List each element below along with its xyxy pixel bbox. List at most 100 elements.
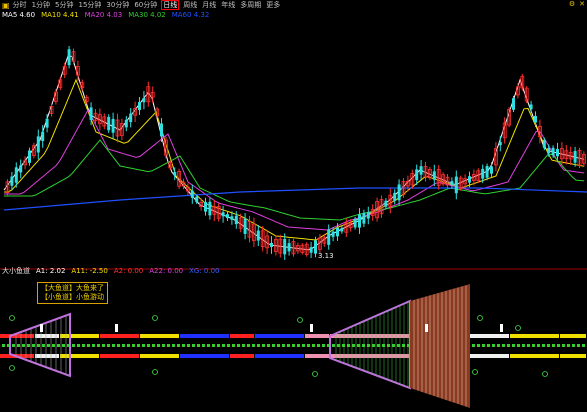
candle-body xyxy=(256,230,260,241)
mid-dot xyxy=(262,344,265,347)
period-tabs: 分时 1分钟 5分钟 15分钟 30分钟 60分钟 日线 周线 月线 年线 多周期 更多 xyxy=(12,0,285,10)
mid-dot xyxy=(547,344,550,347)
mid-dot xyxy=(392,344,395,347)
candle-body xyxy=(327,229,331,245)
candle-body xyxy=(450,181,454,185)
band-lower xyxy=(510,354,559,358)
candle-body xyxy=(529,104,533,110)
candle-body xyxy=(190,190,194,198)
ma-legend-item: MA20 4.03 xyxy=(84,11,123,19)
mid-dot xyxy=(32,344,35,347)
mid-dot xyxy=(382,344,385,347)
mid-dot xyxy=(2,344,5,347)
mid-dot xyxy=(537,344,540,347)
mid-dot xyxy=(497,344,500,347)
candle-body xyxy=(173,172,177,176)
period-tab[interactable]: 1分钟 xyxy=(31,0,51,10)
band-lower xyxy=(230,354,254,358)
signal-circle xyxy=(477,315,483,321)
indicator-legend-item: A22: 0.00 xyxy=(149,267,184,275)
mid-dot xyxy=(22,344,25,347)
mid-dot xyxy=(47,344,50,347)
mid-dot xyxy=(577,344,580,347)
candle-body xyxy=(309,247,313,253)
indicator-legend-item: A11: -2.50 xyxy=(71,267,108,275)
period-tab[interactable]: 多周期 xyxy=(239,0,262,10)
period-tab[interactable]: 分时 xyxy=(12,0,28,10)
close-icon[interactable]: ✕ xyxy=(579,0,585,8)
mid-dot xyxy=(192,344,195,347)
mid-dot xyxy=(87,344,90,347)
mid-dot xyxy=(347,344,350,347)
low-price-label: 3.13 xyxy=(318,252,334,260)
signal-circle xyxy=(472,369,478,375)
ma-legend-item: MA10 4.41 xyxy=(41,11,79,19)
mid-dot xyxy=(57,344,60,347)
mid-dot xyxy=(92,344,95,347)
candle-body xyxy=(19,165,23,173)
candle-body xyxy=(67,49,71,66)
mid-dot xyxy=(182,344,185,347)
candle-body xyxy=(129,113,133,122)
indicator-chart[interactable] xyxy=(0,276,587,412)
band-upper xyxy=(100,334,139,338)
period-tab[interactable]: 30分钟 xyxy=(105,0,130,10)
period-tab[interactable]: 60分钟 xyxy=(133,0,158,10)
candle-body xyxy=(468,176,471,183)
period-tab[interactable]: 月线 xyxy=(201,0,217,10)
mid-dot xyxy=(177,344,180,347)
band-upper xyxy=(560,334,586,338)
ma-line xyxy=(4,108,585,231)
signal-circle xyxy=(312,371,318,377)
candle-body xyxy=(89,107,93,120)
mid-dot xyxy=(197,344,200,347)
band-upper xyxy=(255,334,304,338)
settings-icon[interactable]: ⚙ xyxy=(569,0,575,8)
period-tab[interactable]: 5分钟 xyxy=(54,0,74,10)
band-lower xyxy=(180,354,229,358)
period-tab[interactable]: 更多 xyxy=(265,0,281,10)
menu-icon[interactable]: ▣ xyxy=(2,1,10,10)
candle-body xyxy=(542,139,546,148)
mid-dot xyxy=(107,344,110,347)
mid-dot xyxy=(157,344,160,347)
candle-body xyxy=(336,227,339,237)
ma-legend-item: MA30 4.02 xyxy=(128,11,166,19)
mid-dot xyxy=(552,344,555,347)
period-tab[interactable]: 日线 xyxy=(161,0,180,10)
signal-circle xyxy=(9,315,15,321)
mid-dot xyxy=(527,344,530,347)
mid-dot xyxy=(167,344,170,347)
mid-dot xyxy=(252,344,255,347)
mid-dot xyxy=(217,344,220,347)
band-upper xyxy=(330,334,409,338)
candle-body xyxy=(353,218,357,228)
candle-body xyxy=(415,169,419,181)
band-lower xyxy=(100,354,139,358)
candle-body xyxy=(111,118,115,133)
mid-dot xyxy=(362,344,365,347)
period-tab[interactable]: 年线 xyxy=(220,0,236,10)
mid-dot xyxy=(542,344,545,347)
mid-dot xyxy=(17,344,20,347)
candle-body xyxy=(534,115,537,123)
mid-dot xyxy=(207,344,210,347)
candle-body xyxy=(287,243,291,252)
candle-body xyxy=(393,192,397,201)
signal-circle xyxy=(152,315,158,321)
candle-body xyxy=(142,98,146,103)
candle-body xyxy=(28,150,31,163)
candle-body xyxy=(14,167,18,183)
band-lower xyxy=(255,354,304,358)
ma-legend-item: MA60 4.32 xyxy=(171,11,210,19)
indicator-legend-item: XG: 0.00 xyxy=(189,267,220,275)
ma-legend-item: MA5 4.60 xyxy=(2,11,36,19)
period-tab[interactable]: 周线 xyxy=(182,0,198,10)
main-kline-chart[interactable]: 3.13 xyxy=(0,20,587,270)
mid-dot xyxy=(572,344,575,347)
period-tab[interactable]: 15分钟 xyxy=(78,0,103,10)
band-upper xyxy=(305,334,329,338)
candle-body xyxy=(340,228,344,232)
candle-body xyxy=(124,119,128,128)
sub-legend: 大小鱼道 A1: 2.02 A11: -2.50 A2: 0.00 A22: 0.00… xyxy=(2,266,220,276)
